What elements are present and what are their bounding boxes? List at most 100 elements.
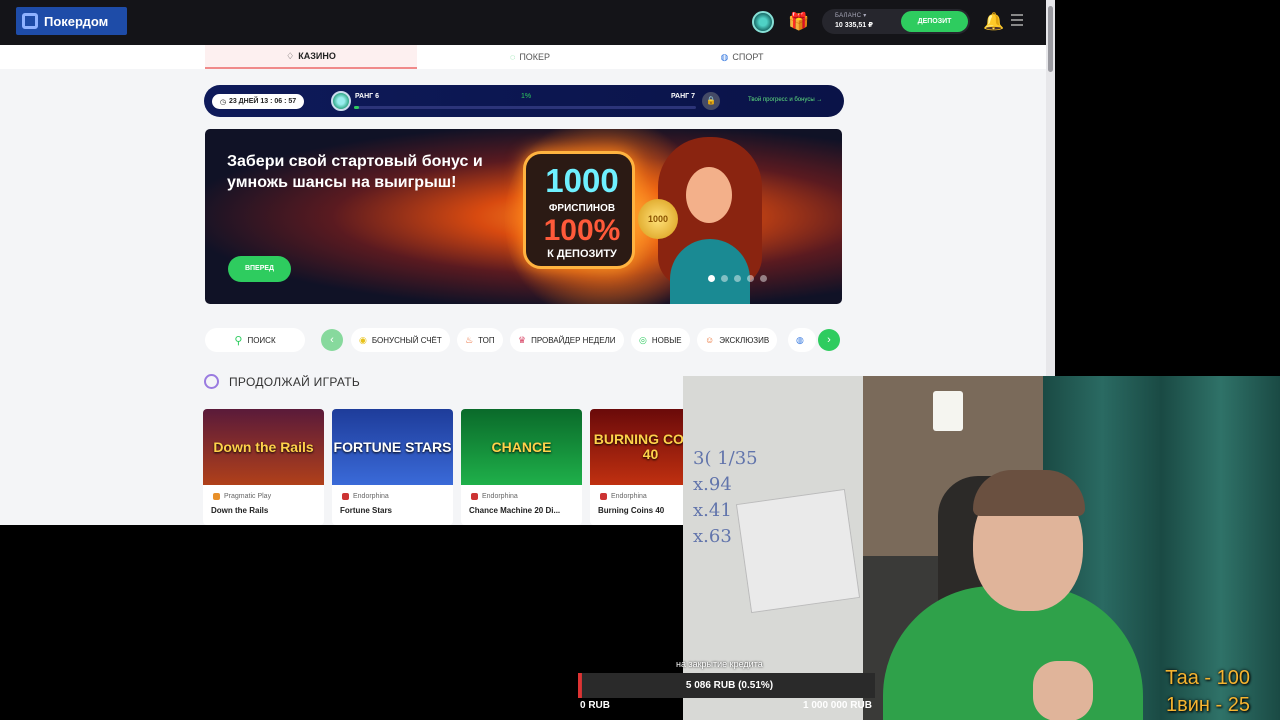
- game-title: Fortune Stars: [340, 506, 393, 515]
- pagination-dot[interactable]: [747, 275, 754, 282]
- chip-label: ЭКСКЛЮЗИВ: [719, 335, 770, 345]
- clock-icon: [204, 374, 219, 389]
- provider-name: Endorphina: [611, 493, 647, 500]
- tab-label: СПОРТ: [732, 52, 764, 62]
- sport-icon: ◍: [720, 51, 729, 62]
- rank-badge-icon[interactable]: [752, 11, 774, 33]
- credit-goal-bar: 5 086 RUB (0.51%): [578, 673, 875, 698]
- deposit-button[interactable]: ДЕПОЗИТ: [901, 11, 968, 32]
- provider-name: Pragmatic Play: [224, 493, 272, 500]
- game-title: Chance Machine 20 Di...: [469, 506, 561, 515]
- coin-icon: 1000: [638, 199, 678, 239]
- game-card[interactable]: FORTUNE STARS Endorphina Fortune Stars: [332, 409, 453, 525]
- balance-value: 10 335,51 ₽: [835, 22, 873, 29]
- provider-logo-icon: [600, 493, 607, 500]
- credit-goal-min: 0 RUB: [580, 700, 611, 711]
- chip-label: ПРОВАЙДЕР НЕДЕЛИ: [531, 335, 616, 345]
- provider-name: Endorphina: [353, 493, 389, 500]
- fire-icon: ♨: [465, 334, 474, 345]
- poker-icon: ◌: [509, 52, 516, 62]
- game-thumbnail: FORTUNE STARS: [332, 409, 453, 485]
- bonus-icon: ◉: [359, 334, 367, 345]
- chip-top[interactable]: ♨ ТОП: [457, 328, 503, 352]
- banner-pagination[interactable]: [708, 275, 767, 282]
- tab-sport[interactable]: ◍ СПОРТ: [636, 45, 848, 69]
- game-card[interactable]: Down the Rails Pragmatic Play Down the R…: [203, 409, 324, 525]
- logo-icon: [22, 13, 38, 29]
- pagination-dot[interactable]: [734, 275, 741, 282]
- promo-code-line: Таа - 100: [1165, 667, 1250, 689]
- rank-timer: ◷ 23 ДНЕЙ 13 : 06 : 57: [212, 94, 304, 109]
- progress-link[interactable]: Твой прогресс и бонусы →: [748, 97, 822, 103]
- promo-code-line: 1вин - 25: [1166, 694, 1250, 716]
- progress-percent: 1%: [521, 93, 532, 100]
- chip-label: НОВЫЕ: [651, 335, 682, 345]
- stream-frame: Покердом 🎁 БАЛАНС ▾ 10 335,51 ₽ ДЕПОЗИТ …: [0, 0, 1280, 720]
- notification-bell-icon[interactable]: 🔔: [983, 11, 1005, 33]
- chip-more[interactable]: ◍: [788, 328, 816, 352]
- game-provider: Endorphina: [471, 493, 518, 500]
- logo-text: Покердом: [44, 13, 109, 29]
- rank-progress-fill: [354, 106, 360, 109]
- banner-forward-button[interactable]: ВПЕРЕД: [228, 256, 291, 282]
- top-bar: Покердом 🎁 БАЛАНС ▾ 10 335,51 ₽ ДЕПОЗИТ …: [0, 0, 1055, 45]
- game-card[interactable]: CHANCE Endorphina Chance Machine 20 Di..…: [461, 409, 582, 525]
- bonus-to-deposit: К ДЕПОЗИТУ: [547, 248, 617, 260]
- exclusive-icon: ☺: [705, 335, 715, 345]
- whiteboard-paper: [735, 488, 861, 614]
- timer-text: 23 ДНЕЙ 13 : 06 : 57: [228, 98, 297, 105]
- casino-icon: ♢: [286, 50, 295, 61]
- provider-logo-icon: [471, 493, 478, 500]
- chip-label: ТОП: [478, 335, 495, 345]
- game-thumbnail: CHANCE: [461, 409, 582, 485]
- game-thumbnail: Down the Rails: [203, 409, 324, 485]
- gift-icon[interactable]: 🎁: [788, 11, 810, 33]
- search-label: ПОИСК: [247, 335, 276, 345]
- bonus-percent: 100%: [543, 214, 621, 247]
- search-button[interactable]: ⚲ ПОИСК: [205, 328, 305, 352]
- section-nav: ♢ КАЗИНО ◌ ПОКЕР ◍ СПОРТ: [0, 45, 1046, 69]
- hamburger-menu-icon[interactable]: [1011, 14, 1023, 26]
- filters-prev-button[interactable]: ‹: [321, 329, 343, 351]
- credit-goal-value: 5 086 RUB (0.51%): [685, 680, 774, 691]
- chip-bonus-account[interactable]: ◉ БОНУСНЫЙ СЧЁТ: [351, 328, 450, 352]
- game-provider: Endorphina: [342, 493, 389, 500]
- bonus-number: 1000: [545, 162, 619, 199]
- timer-icon: ◷: [219, 98, 226, 106]
- current-rank: РАНГ 6: [355, 93, 379, 100]
- pagination-dot[interactable]: [760, 275, 767, 282]
- tab-casino[interactable]: ♢ КАЗИНО: [205, 45, 417, 69]
- new-icon: ◎: [639, 334, 647, 345]
- game-filters: ⚲ ПОИСК ‹ ◉ БОНУСНЫЙ СЧЁТ ♨ ТОП ♛ ПРОВАЙ…: [205, 328, 845, 352]
- continue-title: ПРОДОЛЖАЙ ИГРАТЬ: [229, 374, 361, 389]
- game-title: Down the Rails: [211, 506, 269, 515]
- streamer-hand: [1033, 661, 1093, 720]
- pagination-dot[interactable]: [708, 275, 715, 282]
- cam-lamp: [933, 391, 963, 431]
- promo-banner[interactable]: Забери свой стартовый бонус и умножь шан…: [205, 129, 842, 304]
- scrollbar-thumb[interactable]: [1048, 6, 1053, 72]
- tab-label: ПОКЕР: [519, 52, 551, 62]
- chip-provider-week[interactable]: ♛ ПРОВАЙДЕР НЕДЕЛИ: [510, 328, 624, 352]
- provider-logo-icon: [213, 493, 220, 500]
- filters-next-button[interactable]: ›: [818, 329, 840, 351]
- more-chip-icon: ◍: [796, 334, 804, 345]
- next-rank: РАНГ 7: [671, 93, 695, 100]
- game-provider: Pragmatic Play: [213, 493, 271, 500]
- bonus-card: 1000 ФРИСПИНОВ 100% К ДЕПОЗИТУ: [523, 151, 635, 269]
- continue-playing-heading: ПРОДОЛЖАЙ ИГРАТЬ: [204, 374, 360, 389]
- bonus-freespins: ФРИСПИНОВ: [548, 203, 616, 214]
- provider-name: Endorphina: [482, 493, 518, 500]
- site-logo[interactable]: Покердом: [16, 7, 127, 35]
- game-provider: Endorphina: [600, 493, 647, 500]
- balance-dropdown[interactable]: БАЛАНС ▾ 10 335,51 ₽ ДЕПОЗИТ: [822, 9, 970, 34]
- balance-label: БАЛАНС ▾: [835, 13, 867, 19]
- pagination-dot[interactable]: [721, 275, 728, 282]
- chip-new[interactable]: ◎ НОВЫЕ: [631, 328, 690, 352]
- rank-icon: [331, 91, 351, 111]
- chip-exclusive[interactable]: ☺ ЭКСКЛЮЗИВ: [697, 328, 778, 352]
- rank-progress-strip[interactable]: ◷ 23 ДНЕЙ 13 : 06 : 57 РАНГ 6 1% РАНГ 7 …: [204, 85, 844, 117]
- lock-icon: 🔒: [702, 92, 720, 110]
- provider-icon: ♛: [518, 334, 527, 345]
- tab-poker[interactable]: ◌ ПОКЕР: [424, 45, 636, 69]
